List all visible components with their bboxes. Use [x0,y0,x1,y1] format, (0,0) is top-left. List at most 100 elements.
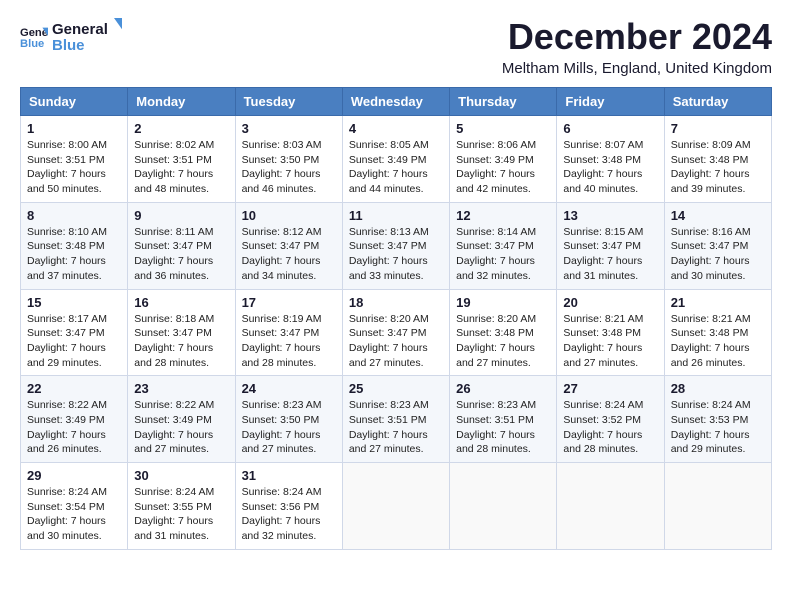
calendar-cell: 6 Sunrise: 8:07 AMSunset: 3:48 PMDaylight… [557,116,664,203]
day-number: 24 [242,381,336,396]
calendar-header-friday: Friday [557,88,664,116]
day-number: 25 [349,381,443,396]
day-detail: Sunrise: 8:23 AMSunset: 3:51 PMDaylight:… [349,398,443,457]
calendar-week-row: 8 Sunrise: 8:10 AMSunset: 3:48 PMDaylight… [21,202,772,289]
day-number: 2 [134,121,228,136]
logo-icon: General Blue [20,22,48,50]
calendar-cell [450,463,557,550]
calendar-cell: 13Sunrise: 8:15 AMSunset: 3:47 PMDayligh… [557,202,664,289]
page-header: General Blue General Blue December 2024 … [20,16,772,77]
calendar-header-sunday: Sunday [21,88,128,116]
day-number: 12 [456,208,550,223]
day-detail: Sunrise: 8:21 AMSunset: 3:48 PMDaylight:… [671,312,765,371]
day-number: 6 [563,121,657,136]
calendar-cell: 30 Sunrise: 8:24 AMSunset: 3:55 PMDayligh… [128,463,235,550]
day-detail: Sunrise: 8:00 AMSunset: 3:51 PMDaylight:… [27,138,121,197]
day-number: 5 [456,121,550,136]
day-number: 4 [349,121,443,136]
day-detail: Sunrise: 8:22 AMSunset: 3:49 PMDaylight:… [27,398,121,457]
calendar-header-saturday: Saturday [664,88,771,116]
calendar-week-row: 1 Sunrise: 8:00 AMSunset: 3:51 PMDaylight… [21,116,772,203]
svg-text:Blue: Blue [52,37,85,54]
day-number: 26 [456,381,550,396]
day-detail: Sunrise: 8:23 AMSunset: 3:50 PMDaylight:… [242,398,336,457]
calendar-cell: 21 Sunrise: 8:21 AMSunset: 3:48 PMDayligh… [664,289,771,376]
calendar-cell: 11 Sunrise: 8:13 AMSunset: 3:47 PMDayligh… [342,202,449,289]
day-number: 30 [134,468,228,483]
calendar-table: SundayMondayTuesdayWednesdayThursdayFrid… [20,87,772,550]
calendar-cell [664,463,771,550]
day-detail: Sunrise: 8:18 AMSunset: 3:47 PMDaylight:… [134,312,228,371]
calendar-cell: 14Sunrise: 8:16 AMSunset: 3:47 PMDayligh… [664,202,771,289]
day-detail: Sunrise: 8:20 AMSunset: 3:48 PMDaylight:… [456,312,550,371]
calendar-cell: 25 Sunrise: 8:23 AMSunset: 3:51 PMDayligh… [342,376,449,463]
calendar-cell: 9Sunrise: 8:11 AMSunset: 3:47 PMDaylight… [128,202,235,289]
day-detail: Sunrise: 8:10 AMSunset: 3:48 PMDaylight:… [27,225,121,284]
day-detail: Sunrise: 8:20 AMSunset: 3:47 PMDaylight:… [349,312,443,371]
svg-text:Blue: Blue [20,38,44,50]
day-detail: Sunrise: 8:14 AMSunset: 3:47 PMDaylight:… [456,225,550,284]
calendar-cell: 15Sunrise: 8:17 AMSunset: 3:47 PMDayligh… [21,289,128,376]
day-number: 29 [27,468,121,483]
day-number: 21 [671,295,765,310]
calendar-header-tuesday: Tuesday [235,88,342,116]
calendar-header-thursday: Thursday [450,88,557,116]
calendar-header-monday: Monday [128,88,235,116]
day-detail: Sunrise: 8:24 AMSunset: 3:54 PMDaylight:… [27,485,121,544]
calendar-cell [342,463,449,550]
calendar-cell: 4 Sunrise: 8:05 AMSunset: 3:49 PMDaylight… [342,116,449,203]
calendar-cell: 1 Sunrise: 8:00 AMSunset: 3:51 PMDaylight… [21,116,128,203]
calendar-cell: 28 Sunrise: 8:24 AMSunset: 3:53 PMDayligh… [664,376,771,463]
title-block: December 2024 Meltham Mills, England, Un… [502,16,772,77]
day-number: 13 [563,208,657,223]
day-number: 1 [27,121,121,136]
calendar-week-row: 22Sunrise: 8:22 AMSunset: 3:49 PMDayligh… [21,376,772,463]
calendar-cell: 16 Sunrise: 8:18 AMSunset: 3:47 PMDayligh… [128,289,235,376]
day-detail: Sunrise: 8:09 AMSunset: 3:48 PMDaylight:… [671,138,765,197]
day-detail: Sunrise: 8:05 AMSunset: 3:49 PMDaylight:… [349,138,443,197]
calendar-cell: 27Sunrise: 8:24 AMSunset: 3:52 PMDayligh… [557,376,664,463]
day-number: 17 [242,295,336,310]
day-detail: Sunrise: 8:24 AMSunset: 3:52 PMDaylight:… [563,398,657,457]
calendar-cell: 22Sunrise: 8:22 AMSunset: 3:49 PMDayligh… [21,376,128,463]
day-number: 7 [671,121,765,136]
day-number: 3 [242,121,336,136]
day-number: 31 [242,468,336,483]
calendar-week-row: 15Sunrise: 8:17 AMSunset: 3:47 PMDayligh… [21,289,772,376]
day-number: 18 [349,295,443,310]
day-detail: Sunrise: 8:21 AMSunset: 3:48 PMDaylight:… [563,312,657,371]
calendar-cell: 3Sunrise: 8:03 AMSunset: 3:50 PMDaylight… [235,116,342,203]
calendar-cell: 29 Sunrise: 8:24 AMSunset: 3:54 PMDayligh… [21,463,128,550]
calendar-cell: 20Sunrise: 8:21 AMSunset: 3:48 PMDayligh… [557,289,664,376]
day-number: 16 [134,295,228,310]
calendar-cell: 24 Sunrise: 8:23 AMSunset: 3:50 PMDayligh… [235,376,342,463]
calendar-week-row: 29 Sunrise: 8:24 AMSunset: 3:54 PMDayligh… [21,463,772,550]
location-title: Meltham Mills, England, United Kingdom [502,60,772,77]
day-number: 28 [671,381,765,396]
day-detail: Sunrise: 8:02 AMSunset: 3:51 PMDaylight:… [134,138,228,197]
day-detail: Sunrise: 8:24 AMSunset: 3:55 PMDaylight:… [134,485,228,544]
day-number: 11 [349,208,443,223]
calendar-cell: 26 Sunrise: 8:23 AMSunset: 3:51 PMDayligh… [450,376,557,463]
day-number: 9 [134,208,228,223]
day-detail: Sunrise: 8:24 AMSunset: 3:56 PMDaylight:… [242,485,336,544]
calendar-cell: 10 Sunrise: 8:12 AMSunset: 3:47 PMDayligh… [235,202,342,289]
day-detail: Sunrise: 8:13 AMSunset: 3:47 PMDaylight:… [349,225,443,284]
day-number: 19 [456,295,550,310]
logo-svg: General Blue [52,16,122,56]
day-detail: Sunrise: 8:07 AMSunset: 3:48 PMDaylight:… [563,138,657,197]
day-detail: Sunrise: 8:22 AMSunset: 3:49 PMDaylight:… [134,398,228,457]
calendar-cell: 19 Sunrise: 8:20 AMSunset: 3:48 PMDayligh… [450,289,557,376]
day-detail: Sunrise: 8:12 AMSunset: 3:47 PMDaylight:… [242,225,336,284]
calendar-cell: 8 Sunrise: 8:10 AMSunset: 3:48 PMDaylight… [21,202,128,289]
day-detail: Sunrise: 8:06 AMSunset: 3:49 PMDaylight:… [456,138,550,197]
calendar-cell: 23Sunrise: 8:22 AMSunset: 3:49 PMDayligh… [128,376,235,463]
day-detail: Sunrise: 8:24 AMSunset: 3:53 PMDaylight:… [671,398,765,457]
day-detail: Sunrise: 8:23 AMSunset: 3:51 PMDaylight:… [456,398,550,457]
day-number: 14 [671,208,765,223]
month-title: December 2024 [502,16,772,58]
day-number: 10 [242,208,336,223]
day-number: 15 [27,295,121,310]
day-number: 8 [27,208,121,223]
calendar-cell: 5 Sunrise: 8:06 AMSunset: 3:49 PMDaylight… [450,116,557,203]
